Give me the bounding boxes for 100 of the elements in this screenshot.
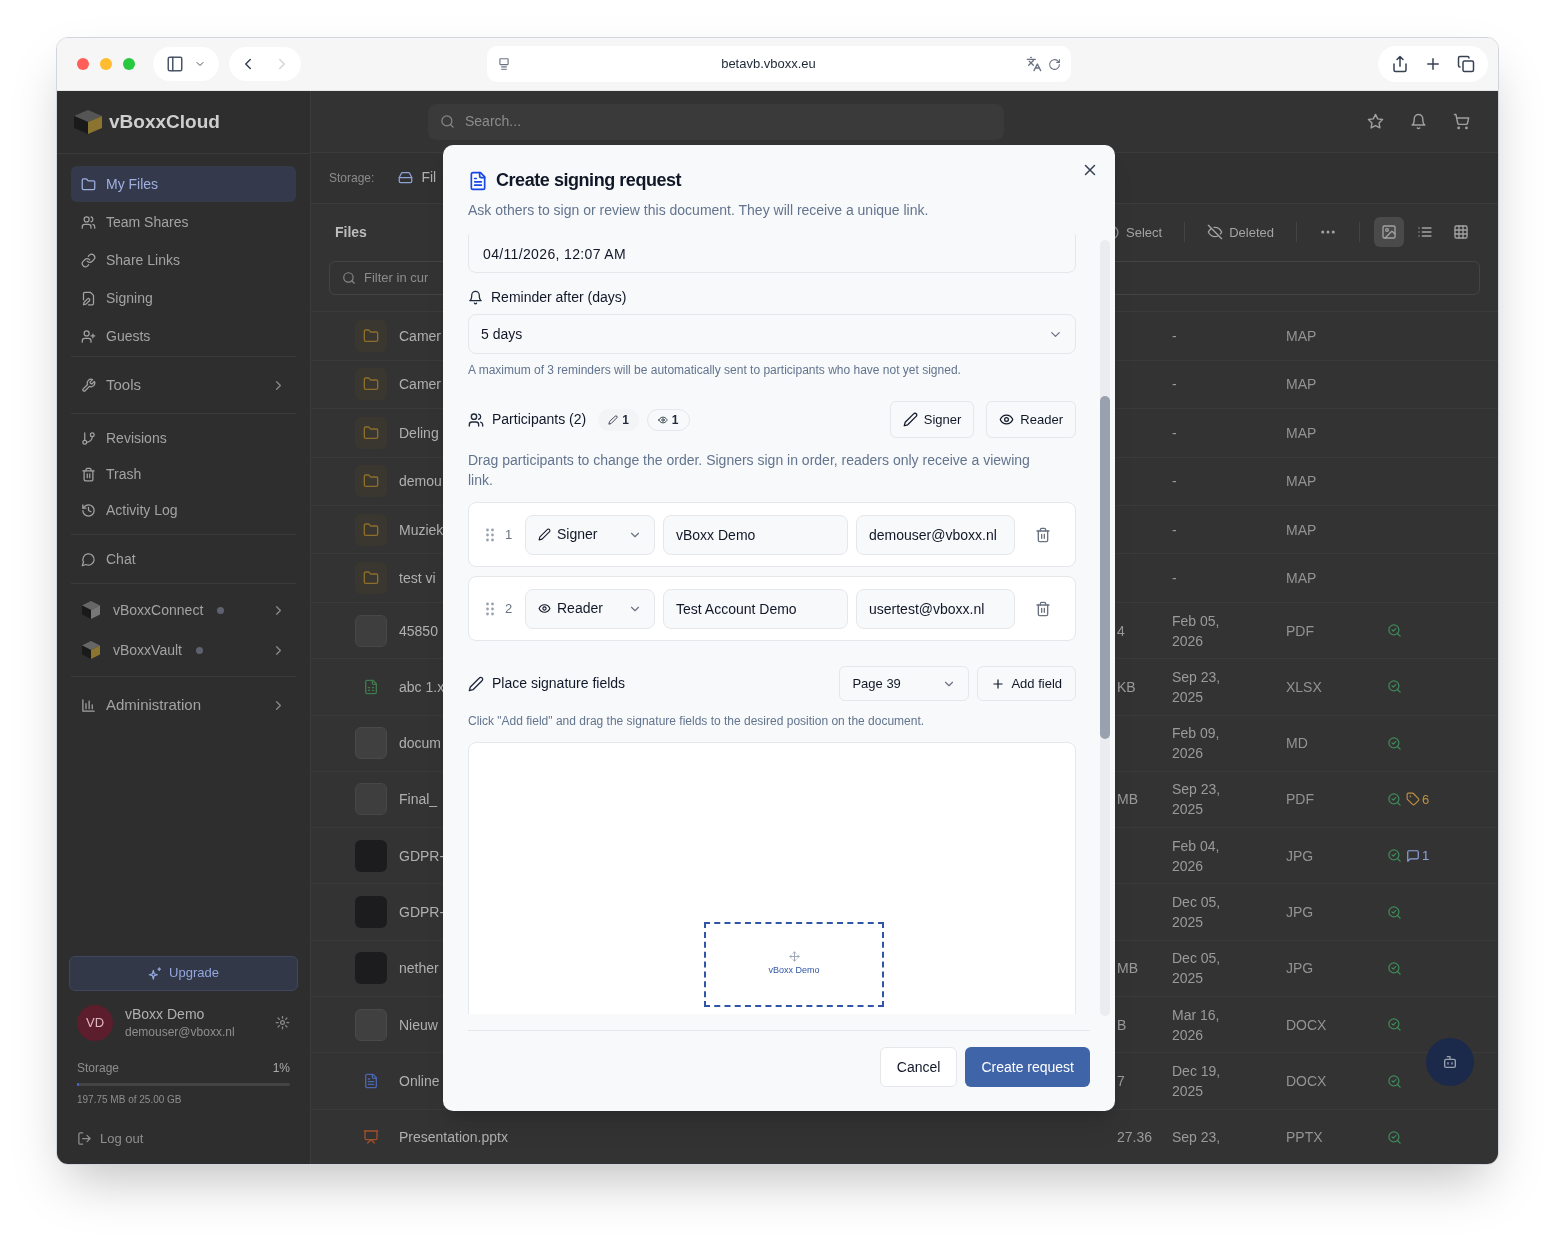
file-name[interactable]: nether (399, 960, 439, 977)
participant-card[interactable]: 2 Reader Test Account Demo usertest@vboxx.nl (468, 576, 1076, 641)
file-name[interactable]: Muziek (399, 521, 444, 538)
create-request-button[interactable]: Create request (965, 1047, 1090, 1087)
sidebar-item[interactable]: Guests (71, 318, 296, 354)
upgrade-button[interactable]: Upgrade (69, 955, 298, 991)
file-date: Dec 19, 2025 (1172, 1062, 1222, 1102)
signature-field[interactable]: vBoxx Demo (704, 922, 884, 1007)
drag-handle-icon[interactable] (485, 527, 495, 542)
file-name[interactable]: Nieuw (399, 1016, 438, 1033)
file-name[interactable]: GDPR- (399, 847, 445, 864)
cancel-button[interactable]: Cancel (879, 1047, 958, 1087)
sidebar-item[interactable]: vBoxxConnect (71, 590, 296, 630)
participant-card[interactable]: 1 Signer vBoxx Demo demouser@vboxx.nl (468, 502, 1076, 567)
file-name[interactable]: Deling (399, 424, 439, 441)
app-logo-icon (81, 600, 101, 620)
reload-icon[interactable] (1048, 57, 1061, 71)
deleted-button[interactable]: Deleted (1199, 222, 1282, 243)
role-select[interactable]: Reader (525, 588, 655, 629)
file-size: 27.36 (1117, 1129, 1153, 1146)
chat-icon (81, 551, 96, 567)
file-name[interactable]: Final_ (399, 791, 438, 808)
sidebar-item[interactable]: Chat (71, 541, 296, 577)
section-label: Place signature fields (492, 674, 626, 693)
file-size: 7 (1117, 1073, 1125, 1090)
sidebar-item[interactable]: Signing (71, 280, 296, 316)
role-select[interactable]: Signer (525, 514, 655, 555)
image-view-icon (1381, 224, 1397, 241)
location-button[interactable]: Fil (398, 167, 437, 189)
file-date: Mar 16, 2026 (1172, 1005, 1221, 1045)
sidebar-item[interactable]: vBoxxVault (71, 630, 296, 670)
reminder-select[interactable]: 5 days (468, 314, 1076, 354)
history-icon (81, 502, 96, 518)
file-name[interactable]: GDPR- (399, 904, 445, 921)
file-type: PDF (1286, 622, 1314, 639)
name-field[interactable]: Test Account Demo (663, 588, 848, 629)
comment-icon (1406, 848, 1420, 863)
address-bar[interactable]: betavb.vboxx.eu (487, 46, 1071, 82)
sidebar-item[interactable]: Activity Log (71, 492, 296, 528)
file-name[interactable]: docum (399, 735, 442, 752)
file-date: Dec 05, 2025 (1172, 893, 1222, 933)
share-icon[interactable] (1391, 55, 1410, 73)
trash-icon (1035, 526, 1051, 543)
file-name[interactable]: test vi (399, 570, 436, 587)
add-field-button[interactable]: Add field (977, 666, 1076, 701)
logout-icon (77, 1130, 92, 1146)
trash-icon (1035, 600, 1051, 617)
sidebar-item[interactable]: Team Shares (71, 204, 296, 240)
file-type: MAP (1286, 424, 1317, 441)
file-name[interactable]: Presentation.pptx (399, 1129, 508, 1146)
file-size: MB (1117, 960, 1138, 977)
scrollbar-thumb[interactable] (1100, 396, 1110, 739)
sidebar-item[interactable]: My Files (71, 166, 296, 202)
email-field[interactable]: demouser@vboxx.nl (856, 514, 1015, 555)
add-signer-button[interactable]: Signer (889, 401, 975, 438)
file-type: PPTX (1286, 1129, 1323, 1146)
file-type: PDF (1286, 791, 1314, 808)
close-window-button[interactable] (77, 58, 89, 70)
sidebar-item[interactable]: Administration (71, 683, 296, 727)
drive-icon (398, 170, 414, 186)
remove-participant-button[interactable] (1035, 600, 1051, 617)
search-field[interactable]: Search... (428, 103, 1004, 140)
file-name[interactable]: Online (399, 1073, 440, 1090)
add-reader-button[interactable]: Reader (986, 401, 1076, 438)
sidebar-item[interactable]: Tools (71, 363, 296, 407)
tabs-icon[interactable] (1456, 55, 1475, 73)
sidebar-toggle-button[interactable] (153, 47, 219, 81)
cart-icon[interactable] (1453, 113, 1470, 131)
file-name[interactable]: demou (399, 473, 442, 490)
file-type: MAP (1286, 521, 1317, 538)
participants-label: Participants (2) (492, 410, 587, 429)
bell-icon[interactable] (1410, 113, 1427, 131)
page-icon (497, 57, 511, 71)
name-field[interactable]: vBoxx Demo (663, 514, 848, 555)
view-button[interactable] (1374, 217, 1404, 248)
new-tab-icon[interactable] (1424, 55, 1442, 73)
participant-number: 2 (505, 599, 514, 618)
remove-participant-button[interactable] (1035, 526, 1051, 543)
file-date: Dec 05, 2025 (1172, 949, 1222, 989)
file-name[interactable]: Camer (399, 328, 441, 345)
user-avatar[interactable]: VD (77, 1004, 113, 1041)
date-field[interactable]: 04/11/2026, 12:07 AM (468, 234, 1076, 273)
star-icon[interactable] (1367, 113, 1384, 131)
sidebar-item[interactable]: Trash (71, 456, 296, 492)
page-select[interactable]: Page 39 (839, 666, 970, 701)
folder-icon (355, 320, 387, 353)
cube-logo-icon (73, 109, 103, 135)
logout-link[interactable]: Log out (69, 1128, 298, 1148)
file-type: DOCX (1286, 1016, 1327, 1033)
sidebar-item[interactable]: Share Links (71, 242, 296, 278)
email-field[interactable]: usertest@vboxx.nl (856, 588, 1015, 629)
translate-icon[interactable] (1026, 56, 1042, 72)
sidebar-item[interactable]: Revisions (71, 420, 296, 456)
field-label: Reminder after (days) (491, 288, 627, 307)
file-name[interactable]: 45850 (399, 622, 438, 639)
drag-handle-icon[interactable] (485, 601, 495, 616)
pen-icon (902, 412, 918, 427)
file-name[interactable]: Camer (399, 376, 441, 393)
tag-icon (1406, 792, 1420, 807)
eye-off-icon (1207, 224, 1224, 241)
